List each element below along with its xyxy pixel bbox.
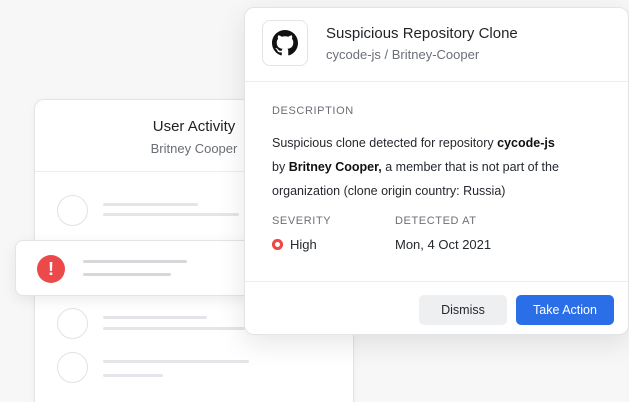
- alert-detail-card: Suspicious Repository Clone cycode-js / …: [244, 7, 629, 335]
- user-name: Britney Cooper,: [288, 160, 382, 174]
- placeholder-line: [103, 316, 207, 319]
- description-text: Suspicious clone detected for repository…: [272, 131, 592, 203]
- severity-value: High: [272, 237, 317, 252]
- description-label: DESCRIPTION: [272, 105, 354, 117]
- alert-title: Suspicious Repository Clone: [326, 25, 518, 42]
- placeholder-line: [83, 260, 187, 263]
- placeholder-line: [83, 273, 171, 276]
- avatar-placeholder: [57, 195, 88, 226]
- placeholder-line: [103, 203, 198, 206]
- dismiss-button[interactable]: Dismiss: [419, 295, 507, 325]
- avatar-placeholder: [57, 308, 88, 339]
- severity-high-icon: [272, 239, 283, 250]
- placeholder-line: [103, 327, 245, 330]
- placeholder-line: [103, 360, 249, 363]
- exclamation-alert-icon: !: [37, 255, 65, 283]
- repo-path: cycode-js / Britney-Cooper: [326, 47, 480, 62]
- repo-name: cycode-js: [497, 136, 555, 150]
- detail-footer: Dismiss Take Action: [245, 281, 628, 334]
- placeholder-line: [103, 374, 163, 377]
- severity-label: SEVERITY: [272, 215, 332, 227]
- severity-text: High: [290, 237, 317, 252]
- description-part: by: [272, 160, 289, 174]
- avatar-placeholder: [57, 352, 88, 383]
- take-action-button[interactable]: Take Action: [516, 295, 614, 325]
- detail-header: Suspicious Repository Clone cycode-js / …: [245, 8, 628, 82]
- placeholder-line: [103, 213, 239, 216]
- alert-list-item[interactable]: !: [15, 240, 255, 296]
- detected-at-value: Mon, 4 Oct 2021: [395, 237, 492, 252]
- description-part: Suspicious clone detected for repository: [272, 136, 498, 150]
- github-icon: [262, 20, 308, 66]
- activity-list-item[interactable]: [57, 352, 317, 384]
- detected-at-label: DETECTED AT: [395, 215, 477, 227]
